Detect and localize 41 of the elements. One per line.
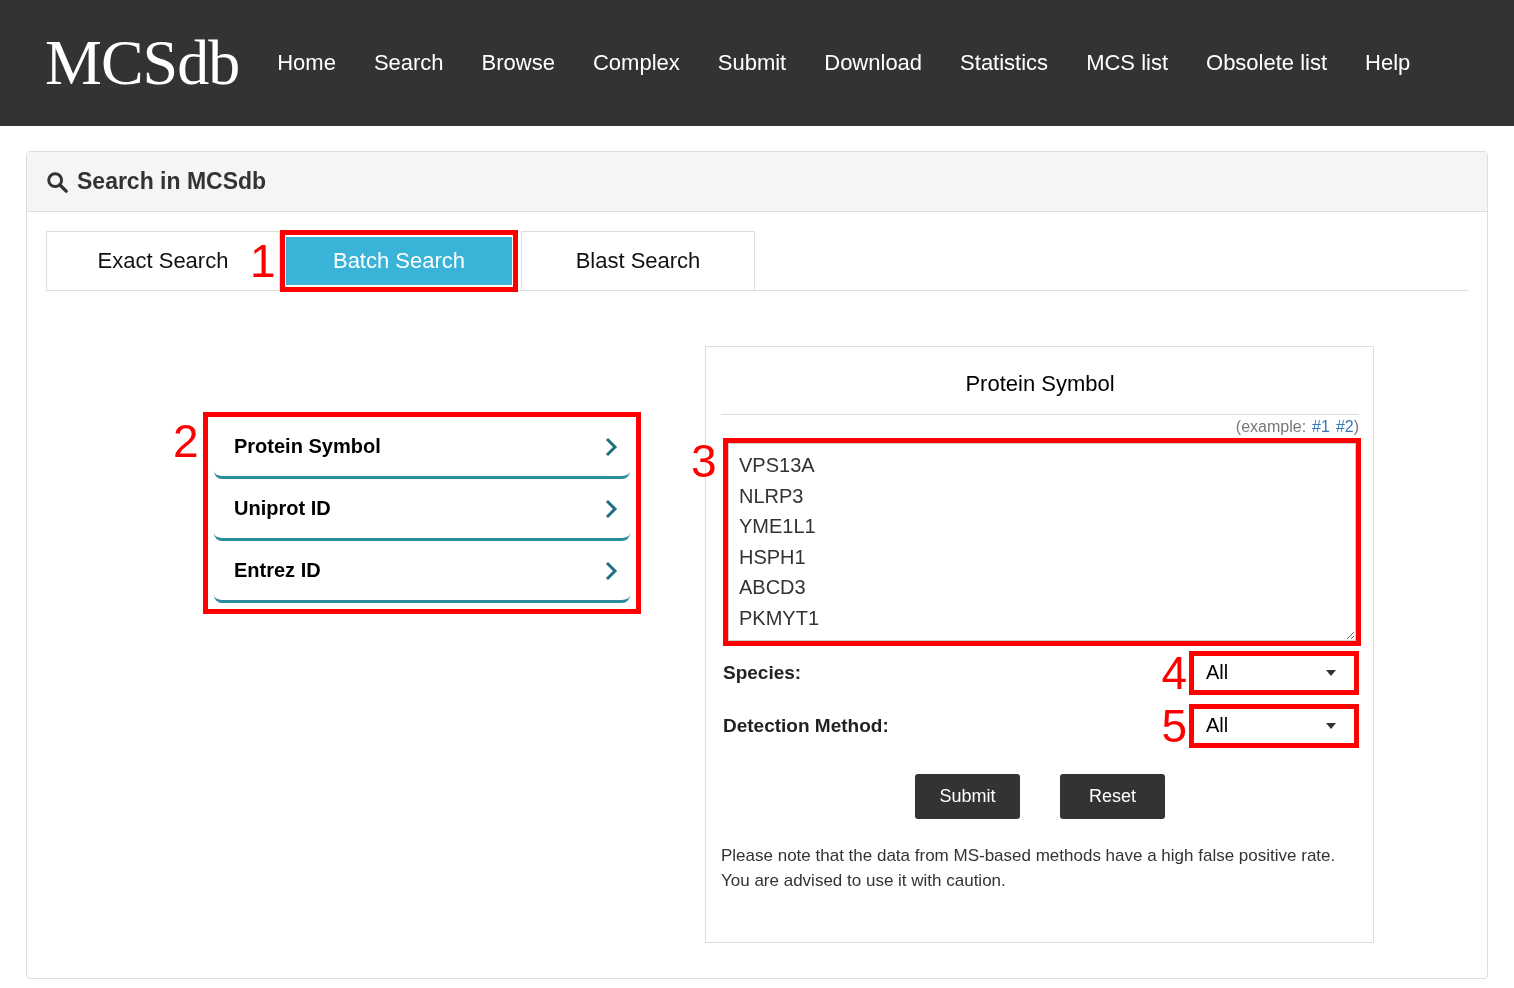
chevron-right-icon bbox=[604, 559, 618, 582]
caret-icon bbox=[1326, 722, 1336, 729]
annotation-number: 1 bbox=[250, 237, 277, 284]
chevron-right-icon bbox=[604, 435, 618, 458]
filter-label: Species: bbox=[722, 661, 803, 684]
chevron-right-icon bbox=[604, 497, 618, 520]
annotation-number: 5 bbox=[1161, 702, 1187, 749]
panel-title: Search in MCSdb bbox=[77, 168, 267, 195]
example-link[interactable]: #1 bbox=[1312, 418, 1330, 436]
nav-link[interactable]: Complex bbox=[592, 50, 680, 76]
nav-link[interactable]: Obsolete list bbox=[1206, 50, 1328, 76]
tab[interactable]: Blast Search bbox=[521, 231, 755, 290]
nav-link[interactable]: MCS list bbox=[1086, 50, 1168, 76]
form-title: Protein Symbol bbox=[721, 347, 1359, 415]
list-item-label: Protein Symbol bbox=[234, 435, 381, 458]
nav-link[interactable]: Home bbox=[277, 50, 336, 76]
filter-label: Detection Method: bbox=[722, 714, 890, 737]
annotation-number: 4 bbox=[1161, 649, 1187, 696]
nav-link[interactable]: Browse bbox=[481, 50, 555, 76]
list-item[interactable]: Protein Symbol bbox=[214, 417, 630, 479]
list-item-label: Uniprot ID bbox=[234, 497, 331, 520]
nav-link[interactable]: Statistics bbox=[960, 50, 1049, 76]
caret-icon bbox=[1326, 669, 1336, 676]
list-item[interactable]: Entrez ID bbox=[214, 541, 630, 603]
form-button[interactable]: Submit bbox=[915, 774, 1020, 819]
annotation-number: 3 bbox=[691, 438, 718, 484]
list-item[interactable]: Uniprot ID bbox=[214, 479, 630, 541]
annotation-number: 2 bbox=[173, 418, 200, 464]
query-textarea[interactable]: VPS13A NLRP3 YME1L1 HSPH1 ABCD3 PKMYT1 bbox=[728, 443, 1356, 641]
nav-link[interactable]: Help bbox=[1365, 50, 1411, 76]
site-logo[interactable]: MCSdb bbox=[45, 26, 240, 100]
example-bracket: ) bbox=[1353, 418, 1359, 436]
example-link[interactable]: #2 bbox=[1335, 418, 1354, 436]
search-icon bbox=[46, 170, 68, 193]
form-button[interactable]: Reset bbox=[1060, 774, 1165, 819]
note-text: Please note that the data from MS-based methods have a high false positive rate. You are advised to use it with caution. bbox=[721, 845, 1337, 892]
example-label: (example: bbox=[1235, 418, 1307, 436]
list-item-label: Entrez ID bbox=[234, 559, 321, 582]
nav-link[interactable]: Search bbox=[373, 50, 444, 76]
nav-link[interactable]: Download bbox=[824, 50, 923, 76]
nav-link[interactable]: Submit bbox=[717, 50, 787, 76]
